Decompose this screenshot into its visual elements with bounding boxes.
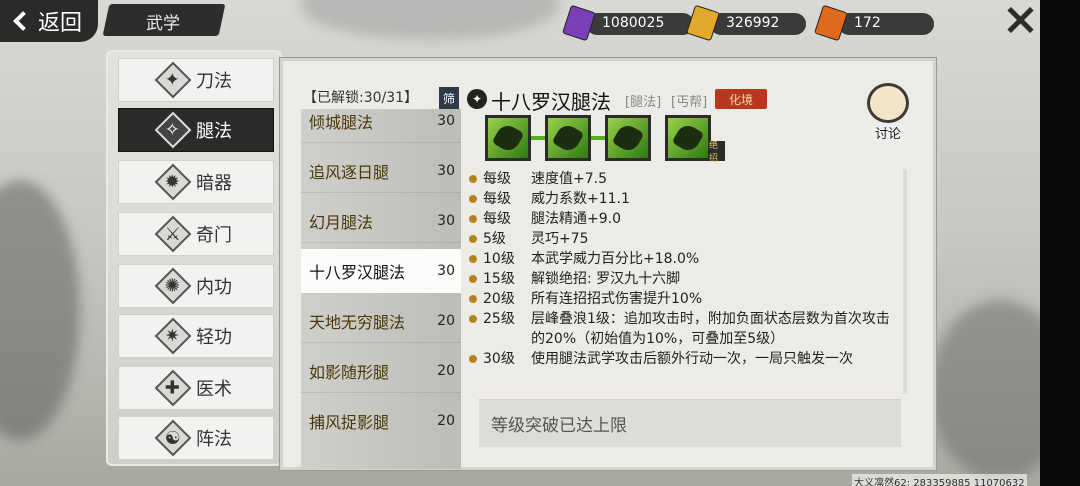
orange-ticket-icon <box>814 4 848 42</box>
top-bar: 返回 武学 1080025 326992 172 <box>0 0 1080 44</box>
category-label: 阵法 <box>196 429 232 450</box>
effect-row: 20级 所有连招招式伤害提升10% <box>469 289 899 309</box>
category-label: 奇门 <box>196 225 232 246</box>
list-item[interactable]: 倾城腿法 30 <box>301 109 461 143</box>
category-label: 轻功 <box>196 327 232 348</box>
formation-icon: ☯ <box>154 419 192 457</box>
watermark: 大义凛然62: 283359885 11070632 <box>852 474 1027 486</box>
ultimate-badge: 绝招 <box>709 141 725 164</box>
exotic-weapon-icon: ⚔ <box>154 215 192 253</box>
currency-orange[interactable]: 172 <box>814 4 934 42</box>
unlock-count: 【已解锁:30/31】 <box>303 90 419 106</box>
list-item[interactable]: 如影随形腿 20 <box>301 349 461 393</box>
list-item[interactable]: 幻月腿法 30 <box>301 199 461 243</box>
list-item-selected[interactable]: 十八罗汉腿法 30 <box>301 249 461 293</box>
effect-row: 每级 威力系数+11.1 <box>469 189 899 209</box>
list-item[interactable]: 追风逐日腿 30 <box>301 149 461 193</box>
currency-value: 172 <box>854 15 881 31</box>
gold-ticket-icon <box>686 4 720 42</box>
move-icon[interactable] <box>545 115 591 161</box>
currency-value: 1080025 <box>602 15 665 31</box>
category-label: 腿法 <box>196 121 232 142</box>
effect-row: 每级 速度值+7.5 <box>469 169 899 189</box>
skill-type-tag: [腿法] <box>625 95 662 110</box>
effect-list: 每级 速度值+7.5 每级 威力系数+11.1 每级 腿法精通+9.0 5级 灵巧+75… <box>469 169 899 369</box>
category-label: 医术 <box>196 379 232 400</box>
category-lightness[interactable]: ✷ 轻功 <box>118 314 274 358</box>
back-arrow-icon <box>13 11 33 31</box>
move-icon[interactable] <box>485 115 531 161</box>
category-medicine[interactable]: ✚ 医术 <box>118 366 274 410</box>
list-item[interactable]: 捕风捉影腿 20 <box>301 399 461 443</box>
category-inner-force[interactable]: ✺ 内功 <box>118 264 274 308</box>
ultimate-move-icon[interactable] <box>665 115 711 161</box>
category-formation[interactable]: ☯ 阵法 <box>118 416 274 460</box>
breakthrough-status: 等级突破已达上限 <box>479 399 901 447</box>
hidden-weapon-icon: ✹ <box>154 163 192 201</box>
category-kick[interactable]: ✧ 腿法 <box>118 108 274 152</box>
currency-purple[interactable]: 1080025 <box>562 4 694 42</box>
category-blade[interactable]: ✦ 刀法 <box>118 58 274 102</box>
medicine-icon: ✚ <box>154 369 192 407</box>
skill-sect-tag: [丐帮] <box>671 95 708 110</box>
back-label: 返回 <box>38 11 83 36</box>
discuss-label: 讨论 <box>871 123 906 142</box>
category-label: 刀法 <box>196 71 232 92</box>
discuss-button[interactable]: 讨论 <box>861 83 917 142</box>
blade-icon: ✦ <box>154 61 192 99</box>
currency-value: 326992 <box>726 15 780 31</box>
cat-mascot-icon <box>867 83 909 123</box>
effect-row: 5级 灵巧+75 <box>469 229 899 249</box>
kick-type-icon: ✦ <box>467 89 487 109</box>
move-icon[interactable] <box>605 115 651 161</box>
page-title: 武学 <box>146 14 180 34</box>
screen-edge <box>1040 0 1080 486</box>
category-exotic[interactable]: ⚔ 奇门 <box>118 212 274 256</box>
lightness-icon: ✷ <box>154 317 192 355</box>
realm-badge: 化境 <box>715 89 767 109</box>
effect-row: 25级 层峰叠浪1级：追加攻击时，附加负面状态层数为首次攻击的20%（初始值为10… <box>469 309 899 349</box>
category-hidden-weapon[interactable]: ✹ 暗器 <box>118 160 274 204</box>
kick-icon: ✧ <box>154 111 192 149</box>
back-button[interactable]: 返回 <box>0 0 98 42</box>
effect-row: 10级 本武学威力百分比+18.0% <box>469 249 899 269</box>
category-label: 内功 <box>196 277 232 298</box>
skill-title: 十八罗汉腿法 <box>491 90 611 114</box>
ink-decoration <box>0 180 80 440</box>
filter-button[interactable]: 筛 <box>439 87 459 109</box>
scrollbar[interactable] <box>903 169 907 394</box>
inner-force-icon: ✺ <box>154 267 192 305</box>
move-chain: 绝招 <box>485 115 725 165</box>
category-label: 暗器 <box>196 173 232 194</box>
skill-list[interactable]: 倾城腿法 30 追风逐日腿 30 幻月腿法 30 十八罗汉腿法 30 天地无穷腿… <box>301 109 461 469</box>
effect-row: 每级 腿法精通+9.0 <box>469 209 899 229</box>
skill-panel: 【已解锁:30/31】 筛 倾城腿法 30 追风逐日腿 30 幻月腿法 30 十… <box>280 58 936 470</box>
category-sidebar: ✦ 刀法 ✧ 腿法 ✹ 暗器 ⚔ 奇门 ✺ 内功 ✷ 轻功 ✚ 医术 ☯ 阵法 <box>106 50 282 466</box>
purple-ticket-icon <box>562 4 596 42</box>
list-item[interactable]: 天地无穷腿法 20 <box>301 299 461 343</box>
currency-gold[interactable]: 326992 <box>686 4 806 42</box>
close-icon[interactable] <box>1000 4 1038 34</box>
effect-row: 30级 使用腿法武学攻击后额外行动一次，一局只触发一次 <box>469 349 899 369</box>
effect-row: 15级 解锁绝招: 罗汉九十六脚 <box>469 269 899 289</box>
